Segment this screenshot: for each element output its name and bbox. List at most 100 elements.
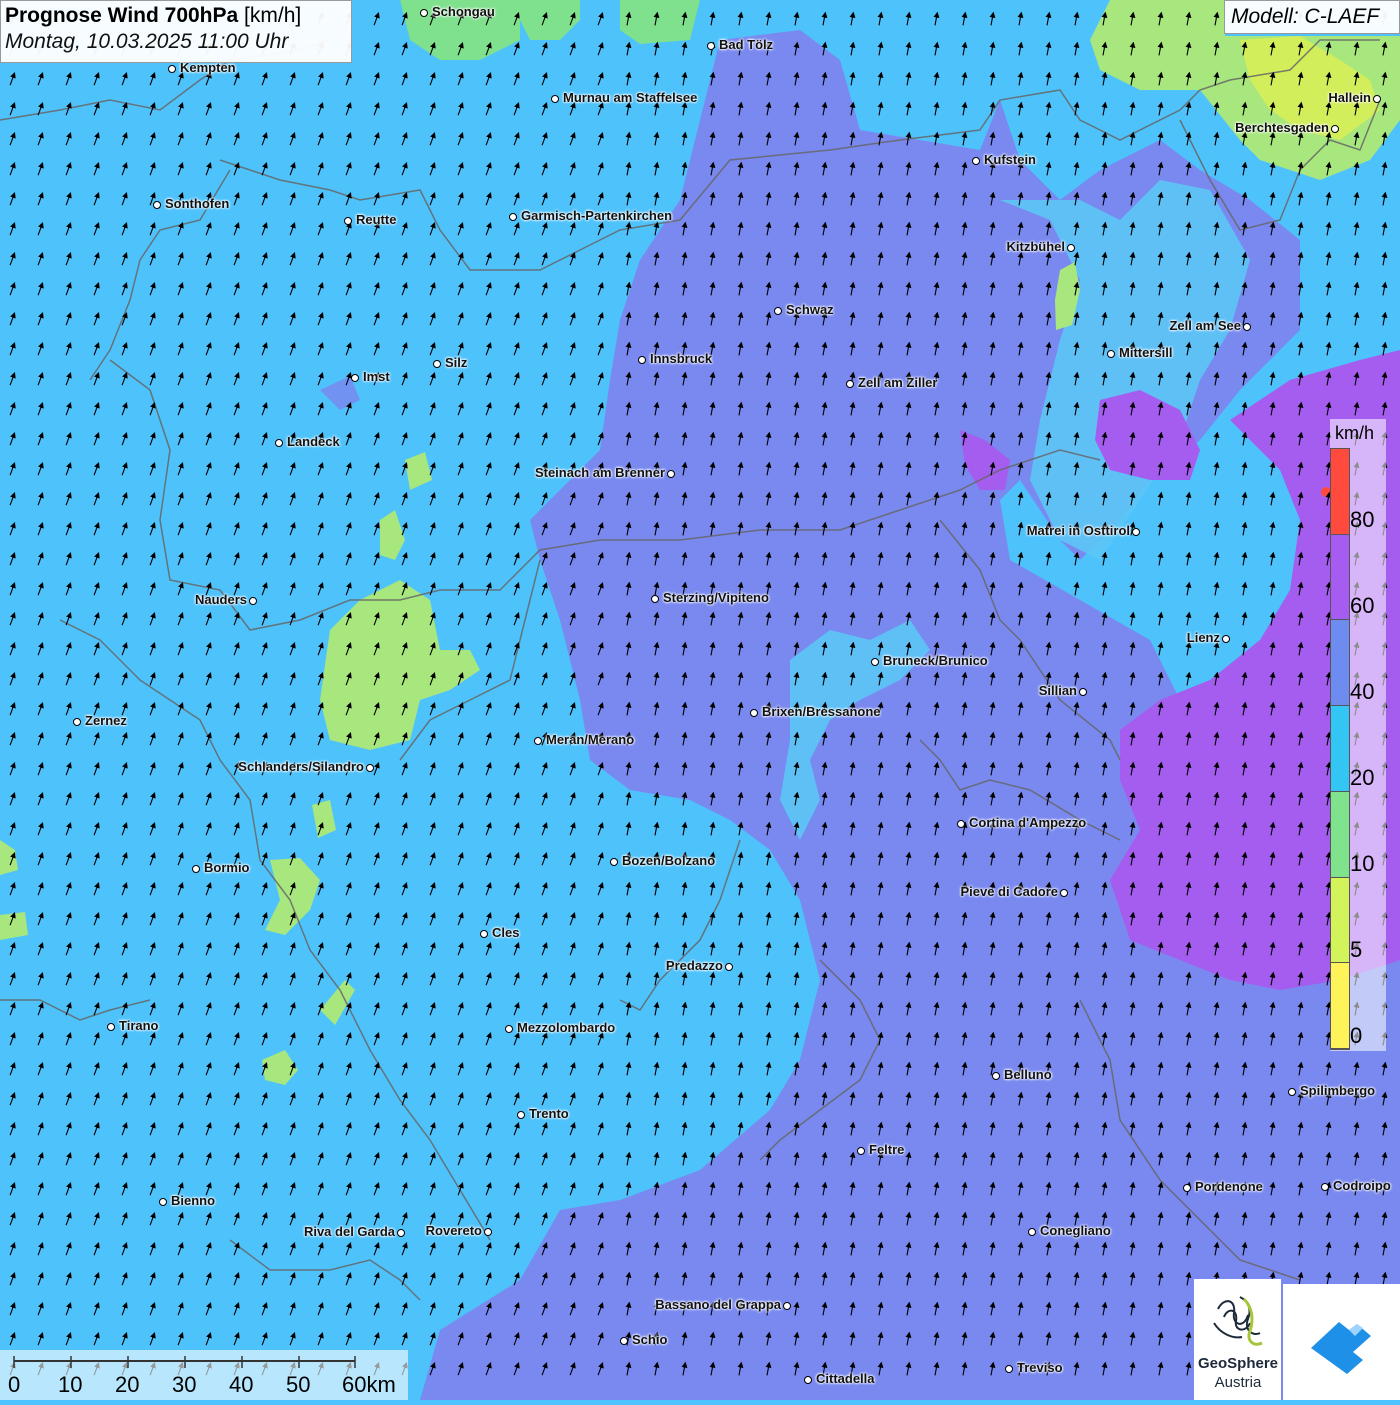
city-marker (275, 439, 283, 447)
brand-name: GeoSphere (1197, 1355, 1279, 1372)
city-label: Schwaz (786, 302, 834, 317)
city-marker (871, 658, 879, 666)
city-label: Rovereto (425, 1223, 482, 1238)
city-label: Pieve di Cadore (960, 884, 1058, 899)
scale-label: 0 (8, 1372, 21, 1397)
legend-label: 5 (1350, 937, 1363, 962)
city-label: Kufstein (984, 152, 1036, 167)
city-label: Brixen/Bressanone (762, 704, 881, 719)
city-marker (750, 709, 758, 717)
forecast-datetime: Montag, 10.03.2025 11:00 Uhr (5, 30, 289, 53)
city-label: Belluno (1004, 1067, 1052, 1082)
scale-label: 50 (286, 1372, 311, 1397)
city-label: Bruneck/Brunico (883, 653, 988, 668)
city-marker (1288, 1088, 1296, 1096)
legend-swatch (1331, 449, 1349, 535)
city-marker (1005, 1365, 1013, 1373)
legend-label: 10 (1350, 851, 1375, 876)
city-label: Matrei in Osttirol (1026, 523, 1130, 538)
city-label: Tirano (119, 1018, 159, 1033)
city-label: Schongau (432, 4, 495, 19)
legend-swatch (1331, 877, 1349, 964)
city-label: Cortina d'Ampezzo (969, 815, 1087, 830)
city-marker (1183, 1184, 1191, 1192)
city-marker (344, 217, 352, 225)
city-marker (351, 374, 359, 382)
city-label: Meran/Merano (546, 732, 635, 747)
city-label: Spilimbergo (1300, 1083, 1376, 1098)
wind-zone-10-20-north3 (620, 0, 700, 44)
city-marker (774, 307, 782, 315)
city-label: Conegliano (1040, 1223, 1111, 1238)
city-marker (667, 470, 675, 478)
model-label: Modell: C-LAEF (1224, 0, 1400, 34)
city-marker (1331, 125, 1339, 133)
city-marker (957, 820, 965, 828)
city-marker (517, 1111, 525, 1119)
city-marker (1222, 635, 1230, 643)
city-label: Riva del Garda (303, 1224, 395, 1239)
city-label: Zell am See (1169, 318, 1241, 333)
city-label: Cittadella (816, 1371, 875, 1386)
city-label: Reutte (356, 212, 397, 227)
legend-label: 40 (1350, 679, 1375, 704)
city-marker (107, 1023, 115, 1031)
city-marker (1321, 1183, 1329, 1191)
legend-label: 0 (1350, 1023, 1363, 1048)
legend-swatch (1331, 791, 1349, 878)
city-marker (846, 380, 854, 388)
city-label: Kempten (180, 60, 236, 75)
city-label: Zell am Ziller (858, 375, 938, 390)
city-label: Murnau am Staffelsee (563, 90, 698, 105)
city-marker (159, 1198, 167, 1206)
city-marker (73, 718, 81, 726)
city-label: Nauders (194, 592, 247, 607)
city-label: Pordenone (1195, 1179, 1263, 1194)
title-unit: [km/h] (238, 4, 302, 27)
city-marker (153, 201, 161, 209)
city-marker (420, 9, 428, 17)
city-label: Bienno (171, 1193, 216, 1208)
city-label: Trento (529, 1106, 569, 1121)
city-marker (505, 1025, 513, 1033)
city-marker (1243, 323, 1251, 331)
city-label: Bozen/Bolzano (622, 853, 716, 868)
city-marker (972, 157, 980, 165)
city-marker (707, 42, 715, 50)
city-label: Garmisch-Partenkirchen (521, 208, 673, 223)
city-label: Sillian (1038, 683, 1077, 698)
city-marker (1060, 889, 1068, 897)
city-label: Feltre (869, 1142, 905, 1157)
city-label: Bassano del Grappa (655, 1297, 781, 1312)
city-label: Codroipo (1333, 1178, 1391, 1193)
app-logo-icon (1311, 1322, 1371, 1374)
map-title: Prognose Wind 700hPa [km/h] (5, 4, 347, 28)
brand-sub: Austria (1214, 1374, 1262, 1391)
geosphere-logo-icon (1213, 1296, 1263, 1346)
city-label: Schio (632, 1332, 668, 1347)
city-label: Innsbruck (650, 351, 713, 366)
city-marker (534, 737, 542, 745)
legend-label: 80 (1350, 507, 1375, 532)
city-marker (725, 963, 733, 971)
city-marker (366, 764, 374, 772)
scale-label: 20 (115, 1372, 140, 1397)
city-label: Kitzbühel (1006, 239, 1066, 254)
city-marker (992, 1072, 1000, 1080)
title-box: Prognose Wind 700hPa [km/h] Montag, 10.0… (0, 0, 352, 63)
city-label: Berchtesgaden (1235, 120, 1329, 135)
scale-label: 40 (229, 1372, 254, 1397)
city-label: Lienz (1186, 630, 1220, 645)
scale-label: 60km (342, 1372, 396, 1397)
city-marker (857, 1147, 865, 1155)
legend-swatch (1331, 534, 1349, 621)
legend-unit: km/h (1335, 423, 1375, 443)
city-marker (783, 1302, 791, 1310)
legend-swatch (1331, 963, 1349, 1049)
scale-label: 10 (58, 1372, 83, 1397)
city-marker (610, 858, 618, 866)
city-label: Mezzolombardo (517, 1020, 616, 1035)
city-marker (551, 95, 559, 103)
title-text: Prognose Wind 700hPa (5, 4, 239, 27)
legend-label: 60 (1350, 593, 1375, 618)
